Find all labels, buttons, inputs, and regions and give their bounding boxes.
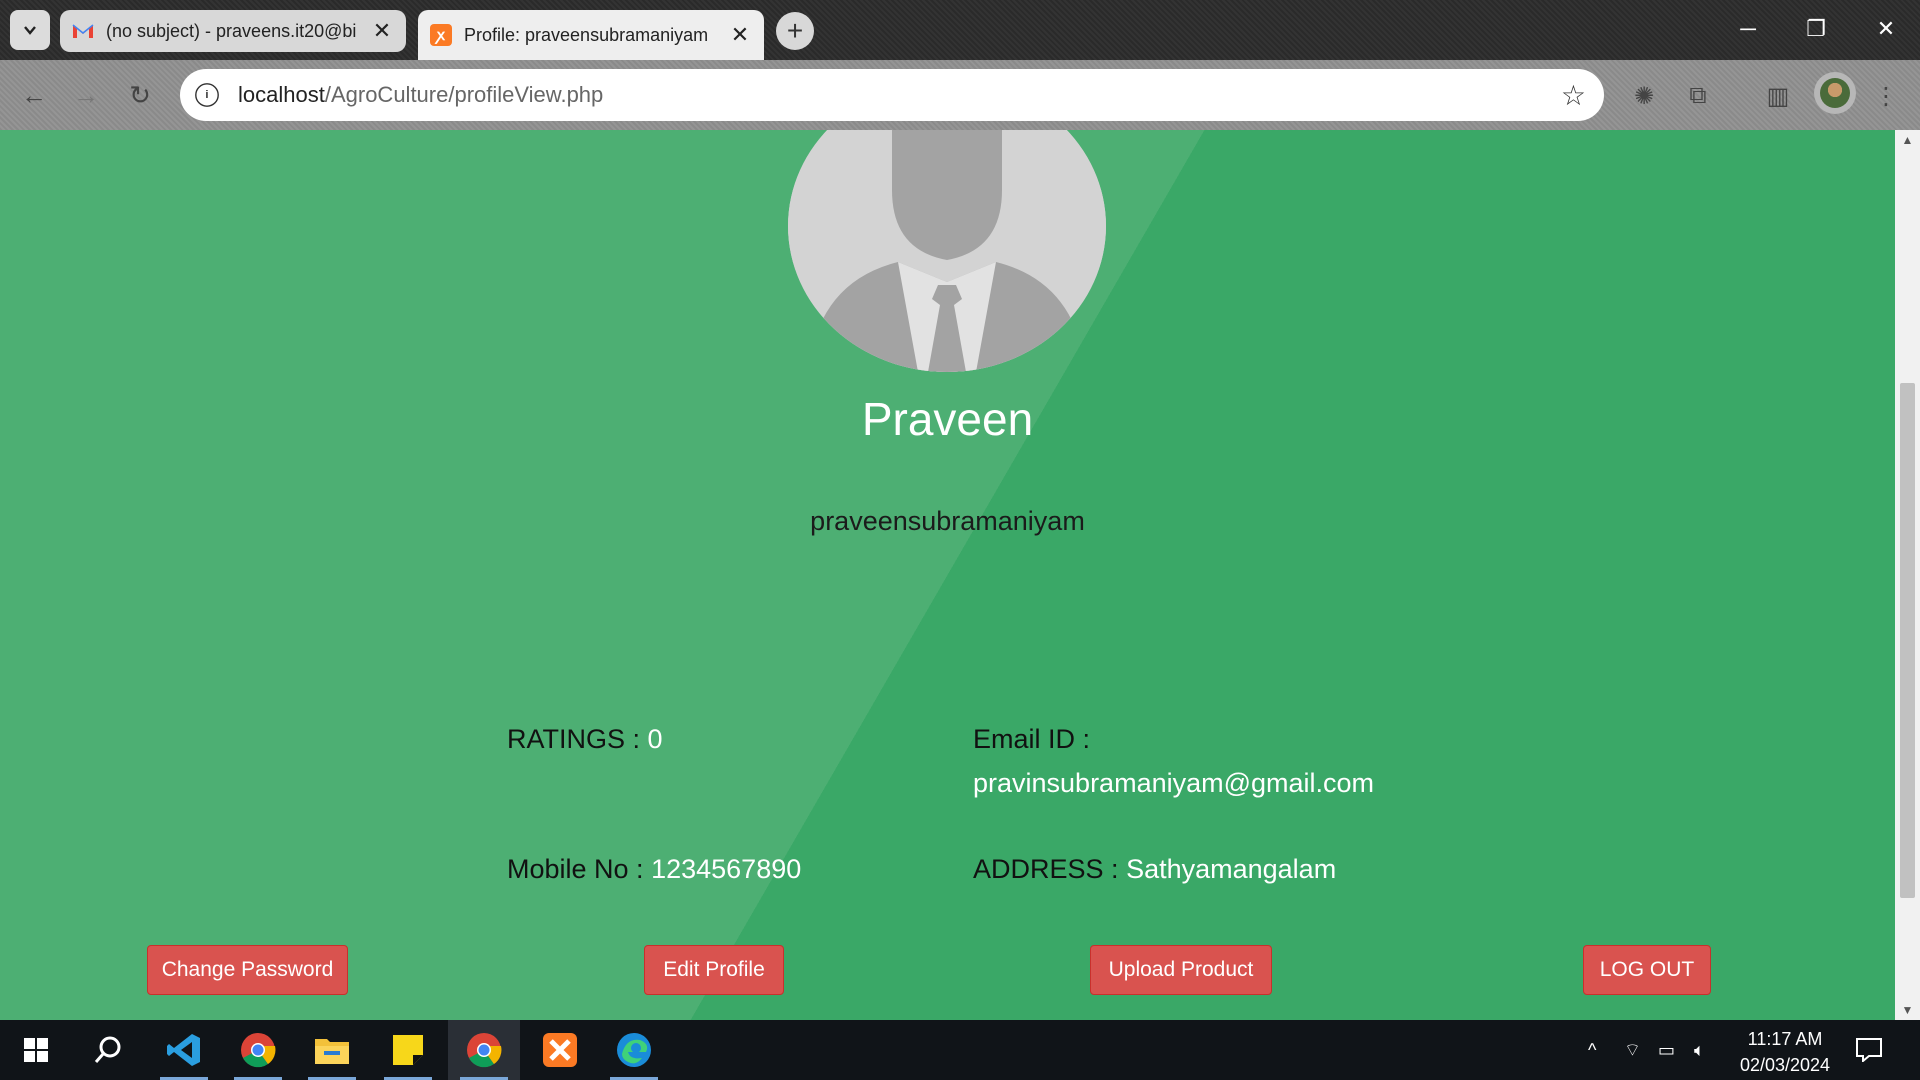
- bookmark-star-icon[interactable]: ☆: [1561, 79, 1586, 112]
- email-label: Email ID :: [973, 724, 1091, 754]
- address-field: ADDRESS : Sathyamangalam: [973, 854, 1336, 885]
- gmail-icon: [72, 20, 94, 42]
- upload-product-button[interactable]: Upload Product: [1090, 945, 1272, 995]
- page-scrollbar[interactable]: ▲ ▼: [1895, 130, 1920, 1020]
- site-info-icon[interactable]: i: [195, 83, 219, 107]
- close-icon[interactable]: ✕: [370, 18, 394, 44]
- network-icon[interactable]: ⌔: [1624, 1020, 1641, 1080]
- tab-search-button[interactable]: [10, 10, 50, 50]
- scrollbar-thumb[interactable]: [1900, 383, 1915, 898]
- chrome-icon[interactable]: [222, 1020, 294, 1080]
- windows-start-icon[interactable]: [0, 1020, 72, 1080]
- close-window-icon[interactable]: ✕: [1856, 8, 1916, 50]
- edit-profile-button[interactable]: Edit Profile: [644, 945, 784, 995]
- restore-icon[interactable]: ❐: [1786, 8, 1846, 50]
- user-silhouette-icon: [788, 130, 1106, 372]
- notifications-icon[interactable]: [1856, 1020, 1882, 1080]
- profile-username: praveensubramaniyam: [810, 506, 1085, 536]
- reload-icon[interactable]: ↻: [120, 75, 160, 115]
- edge-icon[interactable]: [598, 1020, 670, 1080]
- mobile-label: Mobile No :: [507, 854, 644, 884]
- search-icon[interactable]: [72, 1020, 144, 1080]
- chrome-profile-icon[interactable]: [448, 1020, 520, 1080]
- vscode-icon[interactable]: [148, 1020, 220, 1080]
- side-panel-icon[interactable]: ▥: [1760, 78, 1796, 114]
- chevron-down-icon: [24, 26, 36, 35]
- tray-chevron-up-icon[interactable]: ^: [1588, 1020, 1596, 1080]
- extensions-puzzle-icon[interactable]: ⧉: [1680, 78, 1716, 114]
- ratings-label: RATINGS :: [507, 724, 641, 754]
- mobile-value: 1234567890: [651, 854, 802, 884]
- close-icon[interactable]: ✕: [728, 22, 752, 48]
- profile-name: Praveen: [861, 393, 1034, 445]
- menu-kebab-icon[interactable]: ⋮: [1868, 78, 1904, 114]
- tab-title: Profile: praveensubramaniyam: [464, 24, 709, 45]
- profile-avatar-button[interactable]: [1814, 72, 1856, 114]
- back-arrow-icon[interactable]: ←: [14, 75, 54, 115]
- battery-icon[interactable]: ▭: [1658, 1020, 1675, 1080]
- extension-bug-icon[interactable]: ✺: [1626, 78, 1662, 114]
- scroll-down-icon[interactable]: ▼: [1895, 1000, 1920, 1020]
- xampp-icon: ꭗ: [430, 24, 452, 46]
- change-password-button[interactable]: Change Password: [147, 945, 348, 995]
- email-value: pravinsubramaniyam@gmail.com: [973, 768, 1375, 798]
- scroll-up-icon[interactable]: ▲: [1895, 130, 1920, 150]
- file-explorer-icon[interactable]: [296, 1020, 368, 1080]
- tab-profile[interactable]: ꭗ Profile: praveensubramaniyam ✕: [418, 10, 764, 60]
- profile-page: Praveen praveensubramaniyam RATINGS : 0 …: [0, 130, 1895, 1020]
- clock-time: 11:17 AM: [1747, 1029, 1823, 1049]
- windows-taskbar: ^ ⌔ ▭ 🔈︎ 11:17 AM 02/03/2024: [0, 1020, 1920, 1080]
- tab-gmail[interactable]: (no subject) - praveens.it20@bi ✕: [60, 10, 406, 52]
- ratings-value: 0: [647, 724, 663, 754]
- url-text: localhost/AgroCulture/profileView.php: [238, 82, 604, 107]
- address-label: ADDRESS :: [973, 854, 1119, 884]
- clock-date: 02/03/2024: [1739, 1055, 1831, 1075]
- avatar: [1820, 78, 1850, 108]
- address-value: Sathyamangalam: [1126, 854, 1337, 884]
- logout-button[interactable]: LOG OUT: [1583, 945, 1711, 995]
- volume-icon[interactable]: 🔈︎: [1694, 1020, 1705, 1080]
- browser-tab-bar: (no subject) - praveens.it20@bi ✕ ꭗ Prof…: [0, 0, 1920, 60]
- profile-picture: [788, 130, 1106, 372]
- tab-title: (no subject) - praveens.it20@bi: [106, 20, 357, 41]
- new-tab-button[interactable]: +: [776, 12, 814, 50]
- taskbar-clock[interactable]: 11:17 AM 02/03/2024: [1730, 1026, 1840, 1078]
- browser-toolbar: ← → ↻ i localhost/AgroCulture/profileVie…: [0, 60, 1920, 130]
- mobile-field: Mobile No : 1234567890: [507, 854, 801, 885]
- address-bar[interactable]: i localhost/AgroCulture/profileView.php …: [180, 69, 1604, 121]
- sticky-notes-icon[interactable]: [372, 1020, 444, 1080]
- minimize-icon[interactable]: ─: [1718, 8, 1778, 50]
- ratings-field: RATINGS : 0: [507, 724, 663, 755]
- xampp-icon[interactable]: [524, 1020, 596, 1080]
- forward-arrow-icon[interactable]: →: [66, 75, 106, 115]
